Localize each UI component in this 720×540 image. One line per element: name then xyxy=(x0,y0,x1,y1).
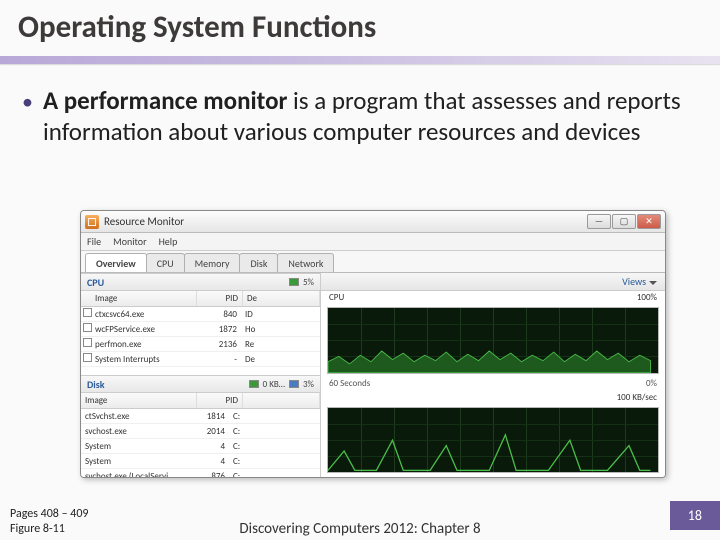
window-titlebar: Resource Monitor — ▢ ✕ xyxy=(81,211,665,233)
disk-section-header[interactable]: Disk 0 KB… 3% xyxy=(81,375,320,393)
cpu-section-header[interactable]: CPU 5% xyxy=(81,273,320,291)
tab-strip: Overview CPU Memory Disk Network xyxy=(81,251,665,273)
graph-cpu-min: 0% xyxy=(646,378,657,389)
page-reference: Pages 408 – 409 Figure 8-11 xyxy=(10,507,89,536)
menu-bar: File Monitor Help xyxy=(81,233,665,251)
disk-col-pid[interactable]: PID xyxy=(197,393,243,408)
disk-graph xyxy=(327,407,659,474)
tab-memory[interactable]: Memory xyxy=(184,253,241,272)
views-header[interactable]: Views xyxy=(321,273,665,291)
bullet-item: • A performance monitor is a program tha… xyxy=(22,86,698,147)
tab-network[interactable]: Network xyxy=(277,253,334,272)
minimize-button[interactable]: — xyxy=(587,214,611,229)
cpu-col-de[interactable]: De xyxy=(243,291,320,306)
bullet-text: A performance monitor is a program that … xyxy=(43,86,698,147)
table-row[interactable]: System4C: xyxy=(81,454,320,469)
checkbox-icon[interactable] xyxy=(83,338,92,347)
graph-cpu-max: 100% xyxy=(637,292,657,303)
disk-stat-box2-icon xyxy=(289,380,299,388)
cpu-stat: 5% xyxy=(303,277,314,288)
cpu-label: CPU xyxy=(87,276,104,289)
disk-stat-box-icon xyxy=(249,380,259,388)
menu-monitor[interactable]: Monitor xyxy=(113,235,146,248)
checkbox-icon[interactable] xyxy=(83,308,92,317)
disk-col-image[interactable]: Image xyxy=(81,393,197,408)
checkbox-icon[interactable] xyxy=(83,323,92,332)
maximize-button[interactable]: ▢ xyxy=(612,214,636,229)
cpu-col-pid[interactable]: PID xyxy=(197,291,243,306)
tab-overview[interactable]: Overview xyxy=(85,253,147,272)
app-icon xyxy=(85,215,99,229)
disk-table: Image PID ctSvchst.exe1814C: svchost.exe… xyxy=(81,393,320,477)
cpu-col-image[interactable]: Image xyxy=(81,291,197,306)
table-row[interactable]: perfmon.exe2136Re xyxy=(81,337,320,352)
disk-col-blank xyxy=(243,393,320,408)
cpu-graph xyxy=(327,307,659,374)
disk-stat2: 3% xyxy=(303,379,314,390)
bullet-bold: A performance monitor xyxy=(43,85,287,116)
table-row[interactable]: svchost.exe (LocalServi…876C: xyxy=(81,469,320,477)
views-label: Views xyxy=(622,275,646,288)
title-underline xyxy=(0,56,720,64)
table-row[interactable]: System Interrupts-De xyxy=(81,352,320,367)
page-ref-line1: Pages 408 – 409 xyxy=(10,507,89,521)
disk-stat1: 0 KB… xyxy=(263,379,285,390)
table-row[interactable]: wcFPService.exe1872Ho xyxy=(81,322,320,337)
resource-monitor-window: Resource Monitor — ▢ ✕ File Monitor Help… xyxy=(80,210,666,478)
slide-footer: Pages 408 – 409 Figure 8-11 Discovering … xyxy=(0,492,720,540)
window-title: Resource Monitor xyxy=(104,215,184,228)
center-footer: Discovering Computers 2012: Chapter 8 xyxy=(170,520,550,538)
slide-number: 18 xyxy=(670,501,720,530)
tab-cpu[interactable]: CPU xyxy=(146,253,185,272)
menu-file[interactable]: File xyxy=(87,235,101,248)
checkbox-icon[interactable] xyxy=(83,353,92,362)
disk-label: Disk xyxy=(87,378,105,391)
table-row[interactable]: ctSvchst.exe1814C: xyxy=(81,409,320,424)
graph-disk-max: 100 KB/sec xyxy=(617,392,657,403)
cpu-table: Image PID De ctxcsvc64.exe840ID wcFPServ… xyxy=(81,291,320,375)
tab-disk[interactable]: Disk xyxy=(239,253,278,272)
table-row[interactable]: System4C: xyxy=(81,439,320,454)
close-button[interactable]: ✕ xyxy=(637,214,661,229)
table-row[interactable]: ctxcsvc64.exe840ID xyxy=(81,307,320,322)
table-row[interactable]: svchost.exe2014C: xyxy=(81,424,320,439)
bullet-dot-icon: • xyxy=(22,86,33,147)
page-ref-line2: Figure 8-11 xyxy=(10,522,89,536)
graph-cpu-label: CPU xyxy=(329,292,344,303)
cpu-stat-box-icon xyxy=(289,278,299,286)
menu-help[interactable]: Help xyxy=(159,235,178,248)
chevron-down-icon xyxy=(649,281,657,285)
graph-xaxis-label: 60 Seconds xyxy=(329,378,370,389)
slide-title: Operating System Functions xyxy=(18,8,702,46)
